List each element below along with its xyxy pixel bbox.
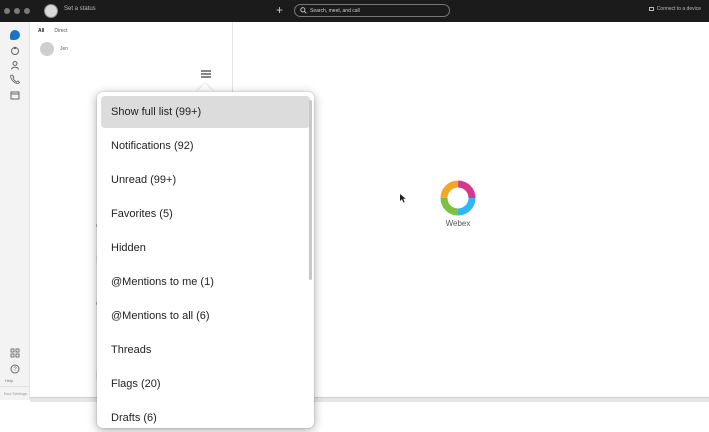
new-item-button[interactable]: + <box>276 3 283 17</box>
contacts-icon <box>11 61 19 70</box>
filter-dropdown-menu: Show full list (99+) Notifications (92) … <box>97 92 314 428</box>
device-icon <box>648 7 654 11</box>
mouse-cursor-icon <box>400 194 406 203</box>
calendar-icon <box>10 91 20 100</box>
tab-direct[interactable]: Direct <box>54 28 67 34</box>
menu-item-hidden[interactable]: Hidden <box>101 232 310 264</box>
menu-item-notifications[interactable]: Notifications (92) <box>101 130 310 162</box>
help-nav-button[interactable]: ? <box>8 362 22 376</box>
minimize-window-button[interactable] <box>14 8 20 14</box>
help-icon: ? <box>10 364 20 374</box>
maximize-window-button[interactable] <box>24 8 30 14</box>
dnd-settings-link[interactable]: Dnd Settings <box>0 386 29 400</box>
title-bar: Set a status + Search, meet, and call Co… <box>0 0 709 22</box>
webex-logo-icon <box>440 180 476 216</box>
tab-all[interactable]: All <box>38 28 44 34</box>
message-icon <box>10 30 20 40</box>
left-nav: ? Help Dnd Settings <box>0 22 30 400</box>
apps-grid-icon <box>10 348 20 358</box>
menu-item-favorites[interactable]: Favorites (5) <box>101 198 310 230</box>
close-window-button[interactable] <box>4 8 10 14</box>
search-input[interactable]: Search, meet, and call <box>294 4 450 17</box>
menu-item-mentions-to-all[interactable]: @Mentions to all (6) <box>101 300 310 332</box>
contacts-nav-button[interactable] <box>8 58 22 72</box>
search-icon <box>300 7 307 14</box>
set-status-link[interactable]: Set a status <box>64 6 96 12</box>
phone-icon <box>10 74 20 84</box>
app-name-label: Webex <box>445 219 471 228</box>
teams-nav-button[interactable] <box>8 44 22 58</box>
messaging-nav-button[interactable] <box>8 28 22 42</box>
menu-item-threads[interactable]: Threads <box>101 334 310 366</box>
connect-device-button[interactable]: Connect to a device <box>648 6 701 12</box>
menu-scrollbar[interactable] <box>309 100 312 280</box>
user-avatar[interactable] <box>44 4 58 18</box>
menu-item-mentions-to-me[interactable]: @Mentions to me (1) <box>101 266 310 298</box>
menu-item-drafts[interactable]: Drafts (6) <box>101 402 310 428</box>
menu-item-flags[interactable]: Flags (20) <box>101 368 310 400</box>
help-label: Help <box>5 378 14 383</box>
filter-icon[interactable] <box>200 69 212 79</box>
apps-nav-button[interactable] <box>8 346 22 360</box>
avatar <box>40 42 54 56</box>
window-controls[interactable] <box>4 8 30 14</box>
list-tabs: All Direct <box>38 28 67 34</box>
search-placeholder: Search, meet, and call <box>310 7 360 14</box>
calling-nav-button[interactable] <box>8 72 22 86</box>
list-item[interactable]: Jen <box>40 42 68 56</box>
menu-item-show-full-list[interactable]: Show full list (99+) <box>101 96 310 128</box>
contact-name: Jen <box>60 46 69 52</box>
menu-item-unread[interactable]: Unread (99+) <box>101 164 310 196</box>
teams-icon <box>11 46 19 55</box>
meetings-nav-button[interactable] <box>8 88 22 102</box>
connect-device-label: Connect to a device <box>656 6 701 12</box>
